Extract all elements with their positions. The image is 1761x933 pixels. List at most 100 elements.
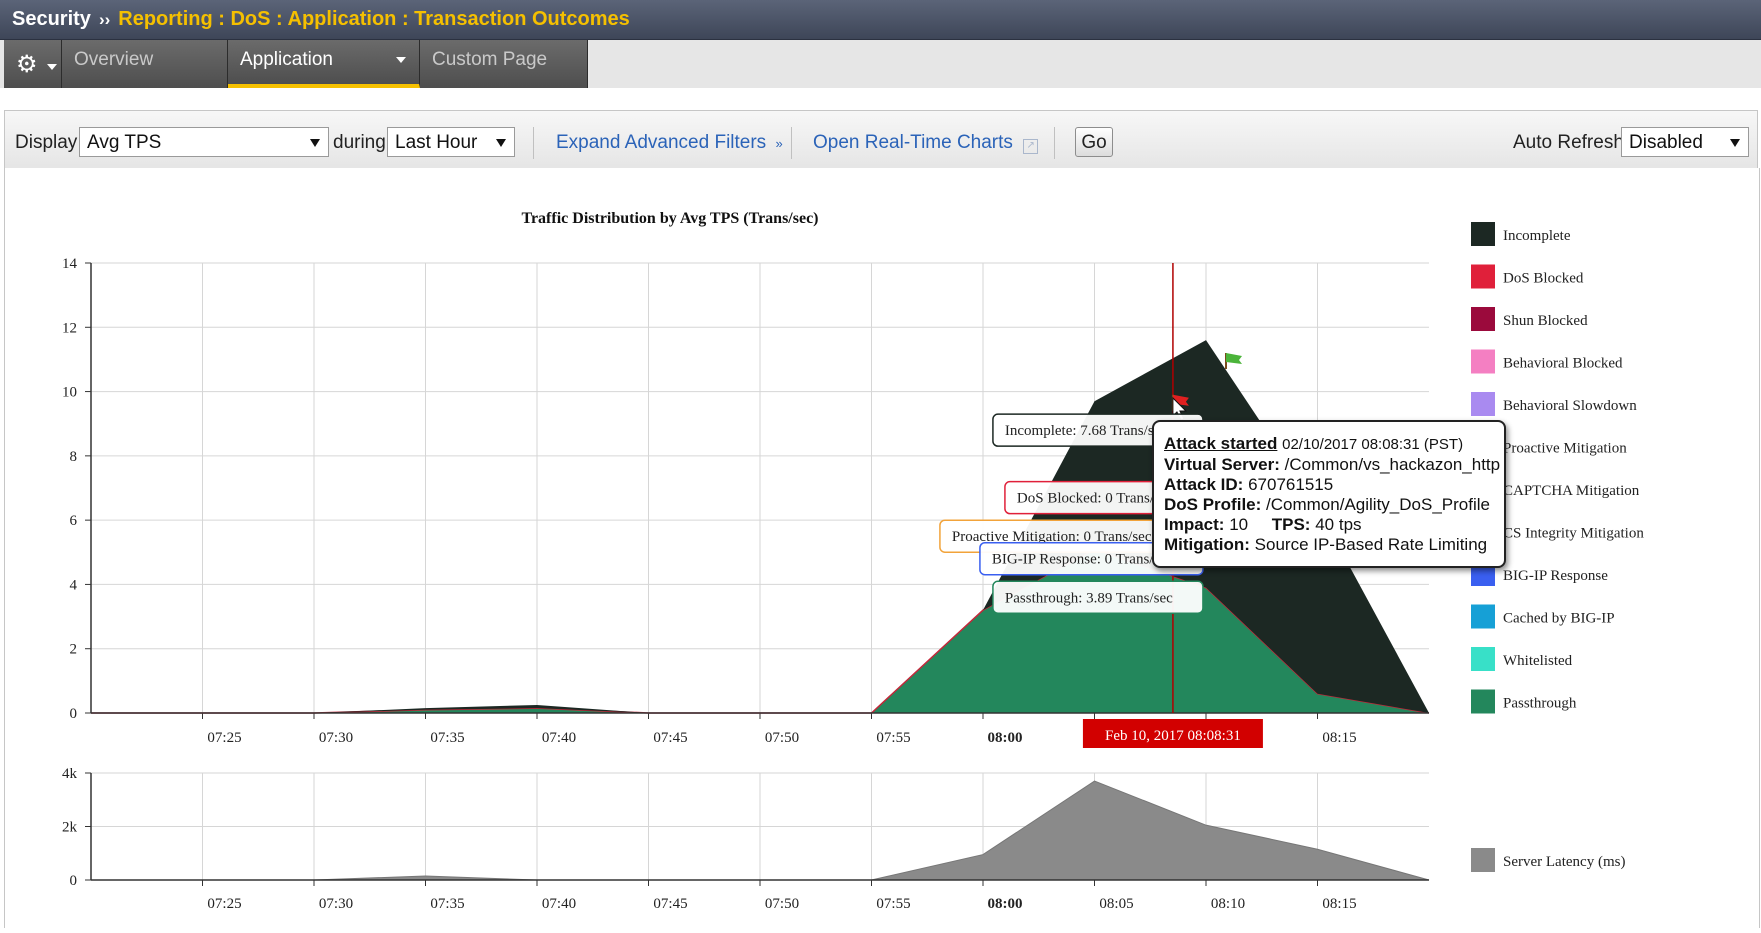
y-tick-label: 4 — [70, 577, 78, 593]
x-tick-label: 08:15 — [1322, 730, 1356, 746]
hover-label: Passthrough: 3.89 Trans/sec — [1005, 590, 1173, 606]
display-select-value: Avg TPS — [87, 132, 162, 153]
settings-menu-button[interactable]: ⚙ — [4, 40, 62, 88]
auto-refresh-label: Auto Refresh — [1513, 132, 1624, 153]
breadcrumb: Security ›› Reporting : DoS : Applicatio… — [0, 0, 1761, 40]
external-link-icon: ↗ — [1023, 139, 1039, 154]
tab-custom-page[interactable]: Custom Page — [420, 40, 588, 88]
chart-title: Traffic Distribution by Avg TPS (Trans/s… — [521, 210, 818, 227]
attack-end-flag-icon — [1226, 353, 1242, 364]
tab-bar: ⚙ Overview Application Custom Page — [0, 40, 1761, 88]
x-tick-label: 07:45 — [653, 896, 687, 912]
y-tick-label: 0 — [70, 706, 78, 722]
auto-refresh-select[interactable]: Disabled — [1621, 127, 1749, 157]
display-select[interactable]: Avg TPS — [79, 127, 329, 157]
x-tick-label: 08:05 — [1099, 896, 1133, 912]
x-tick-label: 07:40 — [542, 896, 576, 912]
impact-value: 10 — [1229, 515, 1249, 534]
y-tick-label: 6 — [70, 513, 78, 529]
x-tick-label: 07:25 — [207, 730, 241, 746]
dos-profile-value: /Common/Agility_DoS_Profile — [1266, 495, 1490, 514]
tps-value: 40 tps — [1315, 515, 1362, 534]
x-tick-label: 07:45 — [653, 730, 687, 746]
chevron-down-icon — [1730, 139, 1740, 147]
x-tick-label: 07:35 — [430, 896, 464, 912]
chevron-down-icon — [496, 139, 506, 147]
double-chevron-down-icon: » — [775, 136, 783, 151]
go-button[interactable]: Go — [1075, 127, 1113, 157]
attack-tooltip: Attack started 02/10/2017 08:08:31 (PST)… — [1152, 420, 1506, 568]
legend-swatch — [1471, 307, 1495, 331]
crosshair-label: Feb 10, 2017 08:08:31 — [1105, 728, 1241, 744]
tab-application-label: Application — [240, 49, 333, 70]
x-tick-label: 07:35 — [430, 730, 464, 746]
y-tick-label: 2k — [62, 820, 78, 836]
legend-swatch — [1471, 264, 1495, 289]
x-tick-label: 08:00 — [988, 896, 1023, 912]
x-tick-label: 07:30 — [319, 896, 353, 912]
expand-advanced-filters-link[interactable]: Expand Advanced Filters » — [556, 132, 783, 154]
y-tick-label: 0 — [70, 873, 78, 889]
attack-started-link[interactable]: Attack started — [1164, 434, 1277, 453]
y-tick-label: 4k — [62, 766, 78, 782]
legend-swatch — [1471, 392, 1495, 416]
during-label: during — [333, 132, 386, 153]
auto-refresh-select-value: Disabled — [1629, 132, 1703, 153]
y-tick-label: 10 — [62, 385, 77, 401]
legend-item: Server Latency (ms) — [1503, 854, 1625, 870]
open-real-time-charts-label: Open Real-Time Charts — [813, 132, 1013, 153]
x-tick-label: 07:40 — [542, 730, 576, 746]
legend-item: Shun Blocked — [1503, 313, 1588, 329]
time-range-select[interactable]: Last Hour — [387, 127, 515, 157]
breadcrumb-current: Reporting : DoS : Application : Transact… — [118, 8, 630, 30]
x-tick-label: 07:30 — [319, 730, 353, 746]
time-range-select-value: Last Hour — [395, 132, 478, 153]
legend-item: Passthrough — [1503, 696, 1577, 712]
open-real-time-charts-link[interactable]: Open Real-Time Charts ↗ — [813, 132, 1039, 154]
legend-item: Behavioral Blocked — [1503, 356, 1623, 372]
legend-item: Cached by BIG-IP — [1503, 611, 1615, 627]
impact-label: Impact: — [1164, 515, 1225, 534]
x-tick-label: 07:50 — [765, 896, 799, 912]
virtual-server-label: Virtual Server: — [1164, 455, 1280, 474]
legend-swatch — [1471, 689, 1495, 714]
hover-label: Incomplete: 7.68 Trans/sec — [1005, 423, 1167, 439]
x-tick-label: 08:15 — [1322, 896, 1356, 912]
breadcrumb-root[interactable]: Security — [12, 8, 91, 31]
legend-swatch — [1471, 222, 1495, 246]
legend-swatch — [1471, 647, 1495, 671]
attack-id-value: 670761515 — [1248, 475, 1334, 494]
divider — [791, 127, 792, 159]
dos-profile-label: DoS Profile: — [1164, 495, 1262, 514]
gear-icon: ⚙ — [16, 51, 38, 78]
hover-label: BIG-IP Response: 0 Trans/sec — [992, 552, 1173, 568]
legend-item: Whitelisted — [1503, 653, 1573, 669]
x-tick-label: 07:50 — [765, 730, 799, 746]
attack-timestamp: 02/10/2017 08:08:31 (PST) — [1282, 436, 1464, 453]
divider — [533, 127, 534, 159]
x-tick-label: 07:25 — [207, 896, 241, 912]
hover-label: DoS Blocked: 0 Trans/sec — [1017, 491, 1174, 507]
y-tick-label: 12 — [62, 320, 77, 336]
attack-id-label: Attack ID: — [1164, 475, 1244, 494]
tps-label: TPS: — [1271, 515, 1311, 534]
legend-item: Incomplete — [1503, 228, 1571, 244]
chevron-down-icon — [47, 64, 57, 70]
mitigation-label: Mitigation: — [1164, 535, 1250, 554]
breadcrumb-separator: ›› — [98, 9, 111, 29]
legend-item: Proactive Mitigation — [1503, 441, 1627, 457]
chevron-down-icon[interactable] — [396, 57, 406, 63]
x-tick-label: 07:55 — [876, 896, 910, 912]
mitigation-value: Source IP-Based Rate Limiting — [1254, 535, 1488, 554]
expand-advanced-filters-label: Expand Advanced Filters — [556, 132, 767, 153]
y-tick-label: 2 — [70, 642, 78, 658]
tab-application[interactable]: Application — [228, 40, 420, 88]
display-label: Display — [15, 132, 78, 153]
x-tick-label: 08:10 — [1211, 896, 1245, 912]
legend-swatch — [1471, 604, 1495, 629]
legend-item: BIG-IP Response — [1503, 568, 1608, 584]
legend-swatch — [1471, 848, 1495, 872]
chevron-down-icon — [310, 139, 320, 147]
tab-overview[interactable]: Overview — [62, 40, 228, 88]
legend-swatch — [1471, 349, 1495, 374]
